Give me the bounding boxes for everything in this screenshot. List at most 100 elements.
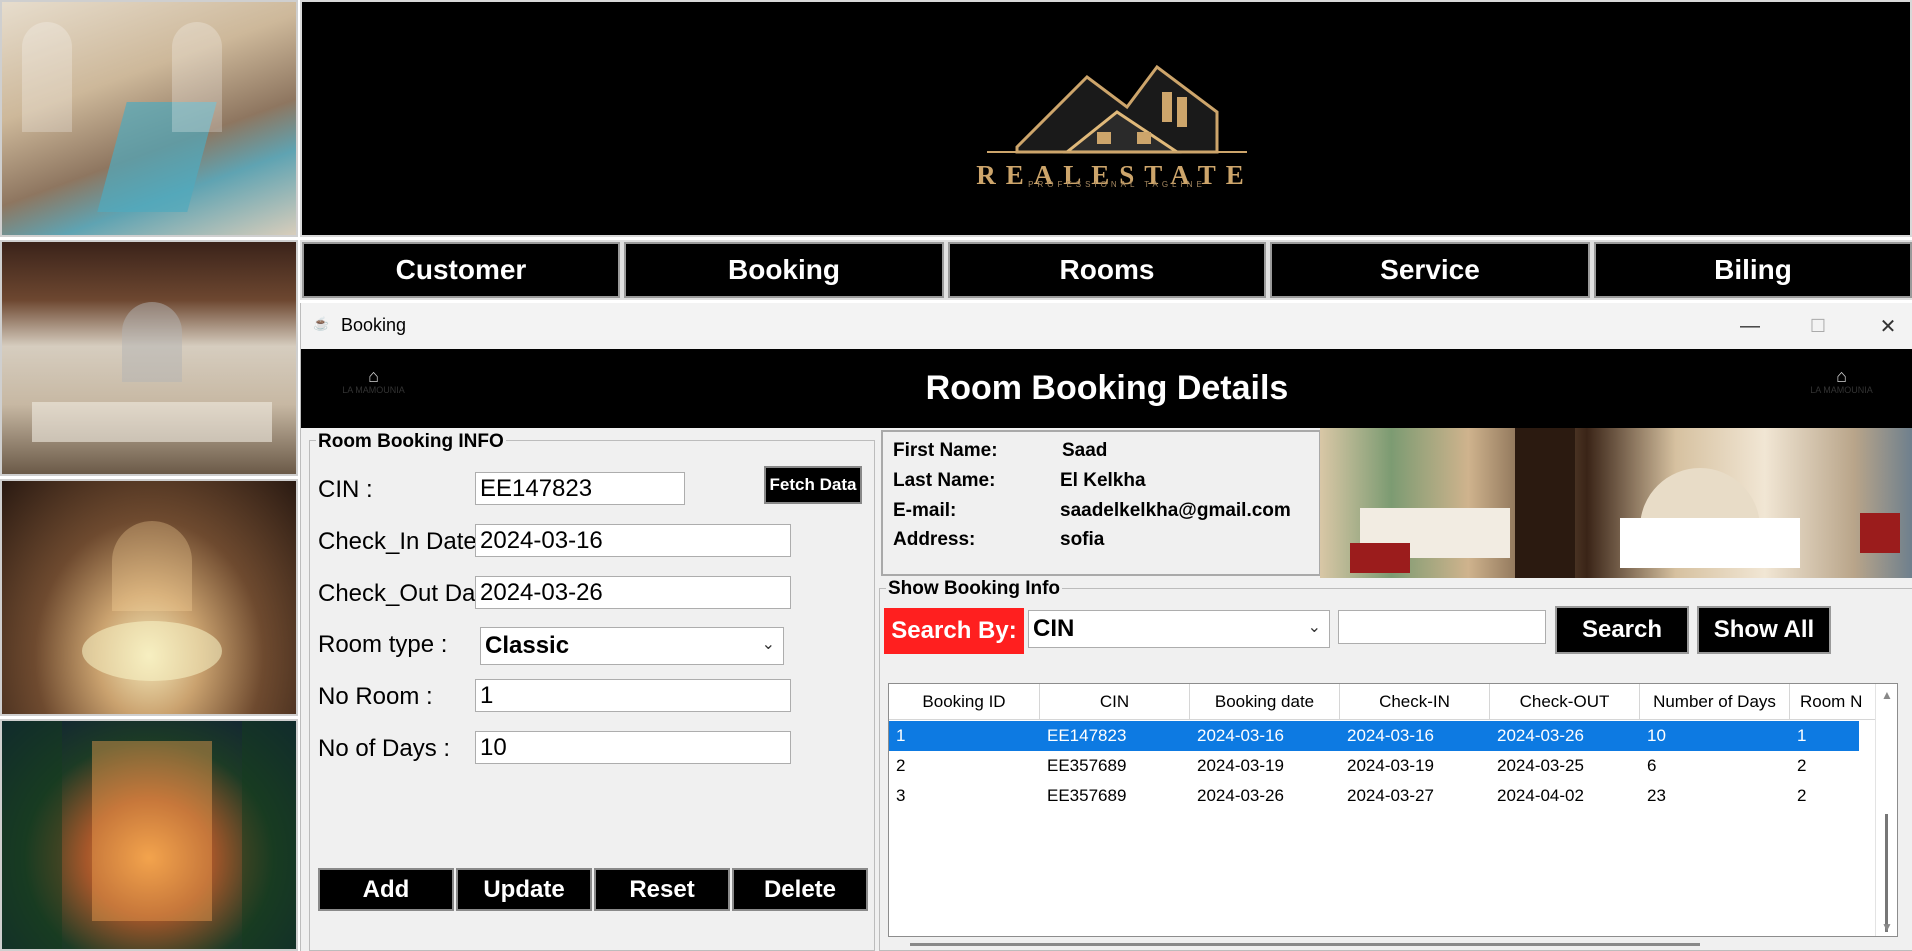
maximize-icon[interactable]: ☐ bbox=[1795, 307, 1841, 345]
table-cell: 2024-03-26 bbox=[1497, 726, 1584, 745]
courtyard-photo bbox=[0, 479, 298, 716]
form-legend: Room Booking INFO bbox=[316, 431, 506, 453]
table-cell: 2024-03-19 bbox=[1347, 756, 1434, 775]
column-header[interactable]: CIN bbox=[1040, 684, 1190, 720]
room-type-select[interactable]: Classic ⌄ bbox=[480, 627, 784, 665]
table-row[interactable]: 2 EE357689 2024-03-19 2024-03-19 2024-03… bbox=[889, 751, 1859, 781]
header-logo-right: ⌂ LA MAMOUNIA bbox=[1810, 366, 1873, 395]
no-days-input[interactable] bbox=[475, 731, 791, 764]
last-name-label: Last Name: bbox=[893, 470, 996, 491]
booking-window: ☕ Booking — ☐ ✕ ⌂ LA MAMOUNIA Room Booki… bbox=[300, 303, 1912, 951]
table-cell: 2 bbox=[1797, 756, 1807, 775]
table-cell: EE357689 bbox=[1047, 756, 1127, 775]
table-cell: 23 bbox=[1647, 786, 1666, 805]
table-cell: 2024-03-16 bbox=[1347, 726, 1434, 745]
update-button[interactable]: Update bbox=[456, 868, 592, 911]
nav-booking-button[interactable]: Booking bbox=[624, 242, 944, 298]
bookings-table[interactable]: Booking ID CIN Booking date Check-IN Che… bbox=[888, 683, 1898, 937]
table-cell: EE147823 bbox=[1047, 726, 1127, 745]
cin-label: CIN : bbox=[318, 476, 373, 503]
checkin-label: Check_In Date : bbox=[318, 528, 491, 555]
no-room-label: No Room : bbox=[318, 683, 433, 710]
search-button[interactable]: Search bbox=[1555, 606, 1689, 654]
horizontal-scrollbar[interactable] bbox=[910, 943, 1700, 946]
window-title: Booking bbox=[341, 315, 407, 335]
vertical-scrollbar[interactable]: ▲ ▼ bbox=[1875, 684, 1897, 936]
logo-tagline: PROFESSIONAL TAGLINE bbox=[1028, 180, 1206, 189]
hotel-night-photo bbox=[0, 719, 298, 951]
scroll-down-icon[interactable]: ▼ bbox=[1881, 920, 1893, 934]
app-root: REALESTATE PROFESSIONAL TAGLINE Customer… bbox=[0, 0, 1912, 951]
house-icon: ⌂ bbox=[1836, 366, 1847, 386]
search-by-select[interactable]: CIN ⌄ bbox=[1028, 610, 1330, 648]
column-header[interactable]: Number of Days bbox=[1640, 684, 1790, 720]
table-cell: 3 bbox=[896, 786, 906, 805]
no-days-label: No of Days : bbox=[318, 735, 451, 762]
table-cell: 1 bbox=[896, 726, 906, 745]
cin-input[interactable] bbox=[475, 472, 685, 505]
column-header[interactable]: Booking ID bbox=[889, 684, 1040, 720]
room-booking-info-panel: Room Booking INFO CIN : Fetch Data Check… bbox=[309, 431, 875, 951]
nav-rooms-button[interactable]: Rooms bbox=[948, 242, 1266, 298]
table-cell: 2024-03-19 bbox=[1197, 756, 1284, 775]
table-cell: 2024-03-25 bbox=[1497, 756, 1584, 775]
table-cell: 6 bbox=[1647, 756, 1657, 775]
address-value: sofia bbox=[1060, 529, 1105, 550]
room-type-label: Room type : bbox=[318, 631, 448, 658]
first-name-value: Saad bbox=[1062, 440, 1108, 461]
show-legend: Show Booking Info bbox=[886, 578, 1063, 600]
table-cell: 2024-03-16 bbox=[1197, 726, 1284, 745]
close-icon[interactable]: ✕ bbox=[1865, 307, 1911, 345]
minimize-icon[interactable]: — bbox=[1727, 307, 1773, 345]
address-label: Address: bbox=[893, 529, 976, 550]
table-cell: 2024-03-27 bbox=[1347, 786, 1434, 805]
table-cell: 2 bbox=[896, 756, 906, 775]
table-row[interactable]: 1 EE147823 2024-03-16 2024-03-16 2024-03… bbox=[889, 721, 1859, 751]
delete-button[interactable]: Delete bbox=[732, 868, 868, 911]
checkout-date-input[interactable] bbox=[475, 576, 791, 609]
show-booking-info-panel: Show Booking Info Search By: CIN ⌄ Searc… bbox=[879, 578, 1912, 951]
page-header: ⌂ LA MAMOUNIA Room Booking Details ⌂ LA … bbox=[301, 349, 1912, 428]
hotel-rooms-photo bbox=[1320, 428, 1912, 578]
email-label: E-mail: bbox=[893, 500, 957, 521]
last-name-value: El Kelkha bbox=[1060, 470, 1146, 491]
show-all-button[interactable]: Show All bbox=[1697, 606, 1831, 654]
table-cell: 10 bbox=[1647, 726, 1666, 745]
page-title: Room Booking Details bbox=[925, 369, 1289, 407]
fetch-data-button[interactable]: Fetch Data bbox=[764, 466, 862, 504]
search-by-label: Search By: bbox=[884, 608, 1024, 654]
table-cell: EE357689 bbox=[1047, 786, 1127, 805]
riad-pool-photo bbox=[0, 0, 298, 237]
chevron-down-icon: ⌄ bbox=[761, 636, 775, 653]
nav-service-button[interactable]: Service bbox=[1270, 242, 1590, 298]
column-header[interactable]: Check-IN bbox=[1340, 684, 1490, 720]
nav-customer-button[interactable]: Customer bbox=[302, 242, 620, 298]
table-cell: 2024-04-02 bbox=[1497, 786, 1584, 805]
reset-button[interactable]: Reset bbox=[594, 868, 730, 911]
chevron-down-icon: ⌄ bbox=[1307, 619, 1321, 636]
no-room-input[interactable] bbox=[475, 679, 791, 712]
checkin-date-input[interactable] bbox=[475, 524, 791, 557]
search-by-value: CIN bbox=[1033, 615, 1075, 642]
first-name-label: First Name: bbox=[893, 440, 998, 461]
table-row[interactable]: 3 EE357689 2024-03-26 2024-03-27 2024-04… bbox=[889, 781, 1859, 811]
top-banner: REALESTATE PROFESSIONAL TAGLINE bbox=[300, 0, 1912, 237]
java-app-icon: ☕ bbox=[313, 316, 330, 331]
email-value: saadelkelkha@gmail.com bbox=[1060, 500, 1291, 521]
add-button[interactable]: Add bbox=[318, 868, 454, 911]
room-type-value: Classic bbox=[485, 632, 570, 659]
customer-info-box: First Name: Saad Last Name: El Kelkha E-… bbox=[881, 430, 1321, 576]
column-header[interactable]: Booking date bbox=[1190, 684, 1340, 720]
scrollbar-thumb[interactable] bbox=[1885, 814, 1888, 932]
nav-billing-button[interactable]: Biling bbox=[1594, 242, 1912, 298]
table-cell: 1 bbox=[1797, 726, 1807, 745]
search-input[interactable] bbox=[1338, 610, 1546, 644]
column-header[interactable]: Room N bbox=[1790, 684, 1880, 720]
table-cell: 2 bbox=[1797, 786, 1807, 805]
salon-photo bbox=[0, 240, 298, 476]
scroll-up-icon[interactable]: ▲ bbox=[1881, 688, 1893, 702]
table-cell: 2024-03-26 bbox=[1197, 786, 1284, 805]
main-nav: Customer Booking Rooms Service Biling bbox=[300, 240, 1912, 300]
window-titlebar[interactable]: ☕ Booking — ☐ ✕ bbox=[301, 303, 1912, 349]
column-header[interactable]: Check-OUT bbox=[1490, 684, 1640, 720]
